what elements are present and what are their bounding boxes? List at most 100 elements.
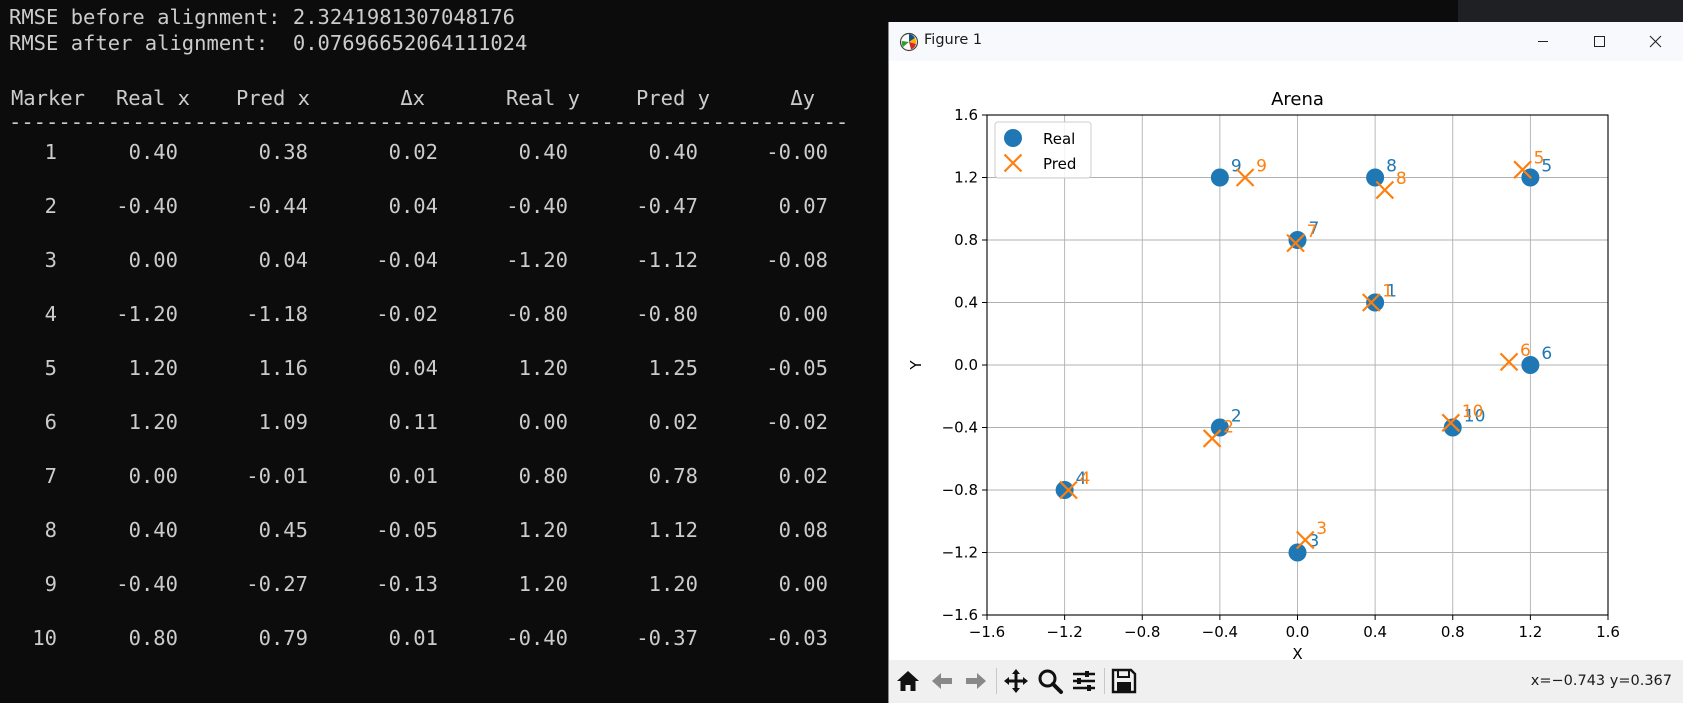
configure-subplots-button[interactable]: [1069, 666, 1099, 696]
pred-point-label: 8: [1396, 169, 1407, 189]
rmse-after-line: RMSE after alignment: 0.0769665206411102…: [9, 31, 528, 55]
column-header: Δx: [400, 86, 425, 110]
window-titlebar[interactable]: Figure 1: [889, 22, 1683, 61]
table-cell: 0.04: [388, 356, 438, 380]
toolbar-divider: [996, 668, 997, 694]
real-point: [1366, 168, 1385, 187]
x-tick-label: 1.2: [1518, 623, 1542, 641]
matplotlib-icon: [899, 32, 919, 52]
pred-point-label: 6: [1520, 341, 1531, 361]
back-arrow-icon: [932, 673, 952, 689]
table-cell: 0.80: [518, 464, 568, 488]
table-cell: 0.78: [648, 464, 698, 488]
table-cell: -0.40: [506, 626, 568, 650]
pred-point-label: 3: [1316, 519, 1327, 539]
terminal-panel[interactable]: RMSE before alignment: 2.324198130704817…: [0, 0, 900, 703]
y-axis-label: Y: [907, 360, 925, 371]
pan-button[interactable]: [1001, 666, 1031, 696]
save-button[interactable]: [1109, 666, 1139, 696]
legend-label: Pred: [1043, 155, 1076, 173]
table-cell: 2: [44, 194, 57, 218]
table-cell: 1.20: [518, 356, 568, 380]
table-cell: 0.04: [258, 248, 308, 272]
table-cell: -0.37: [636, 626, 698, 650]
x-tick-label: 0.8: [1441, 623, 1465, 641]
table-cell: -1.20: [116, 302, 178, 326]
table-cell: 0.02: [648, 410, 698, 434]
table-cell: 0.79: [258, 626, 308, 650]
table-cell: -0.40: [116, 194, 178, 218]
table-cell: 0.40: [518, 140, 568, 164]
x-tick-label: −0.4: [1202, 623, 1238, 641]
x-tick-label: 0.4: [1363, 623, 1387, 641]
pred-point-label: 2: [1223, 417, 1234, 437]
table-cell: 0.40: [128, 518, 178, 542]
table-separator: ----------------------------------------…: [9, 110, 849, 134]
pred-point: [1499, 352, 1519, 372]
table-cell: 0.45: [258, 518, 308, 542]
figure-window[interactable]: Figure 1 −1.6 −1.2 −0.8 −0.4 0.0 0.4 0.8 1.2 1.6…: [888, 22, 1683, 703]
minimize-icon: [1538, 41, 1548, 42]
pred-point: [1202, 429, 1222, 448]
y-tick-label: −0.4: [942, 419, 978, 437]
table-cell: 6: [44, 410, 57, 434]
configure-subplots-icon: [1073, 671, 1095, 691]
column-header: Marker: [10, 86, 85, 110]
table-cell: 0.00: [128, 464, 178, 488]
real-point: [1055, 481, 1074, 499]
x-tick-label: −0.8: [1124, 623, 1160, 641]
table-cell: -1.20: [506, 248, 568, 272]
pred-point-label: 1: [1382, 282, 1393, 302]
cursor-coordinates: x=−0.743 y=0.367: [1530, 673, 1672, 689]
table-cell: 1.12: [648, 518, 698, 542]
table-cell: -1.12: [636, 248, 698, 272]
table-cell: -0.02: [766, 410, 828, 434]
table-cell: 0.40: [128, 140, 178, 164]
table-cell: 0.08: [778, 518, 828, 542]
table-cell: -0.03: [766, 626, 828, 650]
legend-label: Real: [1043, 130, 1075, 148]
back-button[interactable]: [927, 666, 957, 696]
legend-real-marker: [1004, 129, 1022, 147]
maximize-button[interactable]: [1571, 22, 1627, 61]
table-cell: 3: [44, 248, 57, 272]
close-icon: [1649, 35, 1662, 48]
table-cell: 0.00: [128, 248, 178, 272]
pred-point-label: 7: [1307, 222, 1318, 242]
save-icon: [1111, 668, 1137, 694]
table-cell: 0.02: [778, 464, 828, 488]
column-header: Pred y: [635, 86, 710, 110]
window-title: Figure 1: [924, 32, 983, 48]
table-cell: 0.00: [778, 572, 828, 596]
table-cell: 1.20: [518, 572, 568, 596]
table-cell: -0.80: [506, 302, 568, 326]
table-cell: 0.01: [388, 626, 438, 650]
zoom-button[interactable]: [1035, 666, 1065, 696]
x-axis-label: X: [1292, 645, 1302, 661]
table-cell: 0.07: [778, 194, 828, 218]
plot-canvas[interactable]: −1.6 −1.2 −0.8 −0.4 0.0 0.4 0.8 1.2 1.6 −1.6 −1.2 −…: [889, 61, 1683, 663]
table-cell: 0.04: [388, 194, 438, 218]
table-cell: 1.20: [648, 572, 698, 596]
forward-arrow-icon: [966, 673, 986, 689]
table-cell: -0.05: [766, 356, 828, 380]
rmse-before-line: RMSE before alignment: 2.324198130704817…: [9, 5, 516, 29]
close-button[interactable]: [1627, 22, 1683, 61]
real-point: [1210, 168, 1229, 187]
table-cell: 7: [44, 464, 57, 488]
pred-point: [1375, 180, 1395, 200]
minimize-button[interactable]: [1515, 22, 1571, 61]
table-cell: 0.02: [388, 140, 438, 164]
table-cell: 1: [44, 140, 57, 164]
table-cell: -0.80: [636, 302, 698, 326]
table-cell: 5: [44, 356, 57, 380]
series-real: 12345678910: [1055, 157, 1552, 562]
column-header: Δy: [790, 86, 815, 110]
forward-button[interactable]: [961, 666, 991, 696]
real-point-label: 6: [1541, 344, 1552, 364]
column-header: Real x: [115, 86, 190, 110]
table-cell: -0.40: [116, 572, 178, 596]
home-button[interactable]: [893, 666, 923, 696]
x-tick-label: −1.2: [1046, 623, 1082, 641]
arena-chart[interactable]: −1.6 −1.2 −0.8 −0.4 0.0 0.4 0.8 1.2 1.6 −1.6 −1.2 −…: [889, 61, 1683, 663]
